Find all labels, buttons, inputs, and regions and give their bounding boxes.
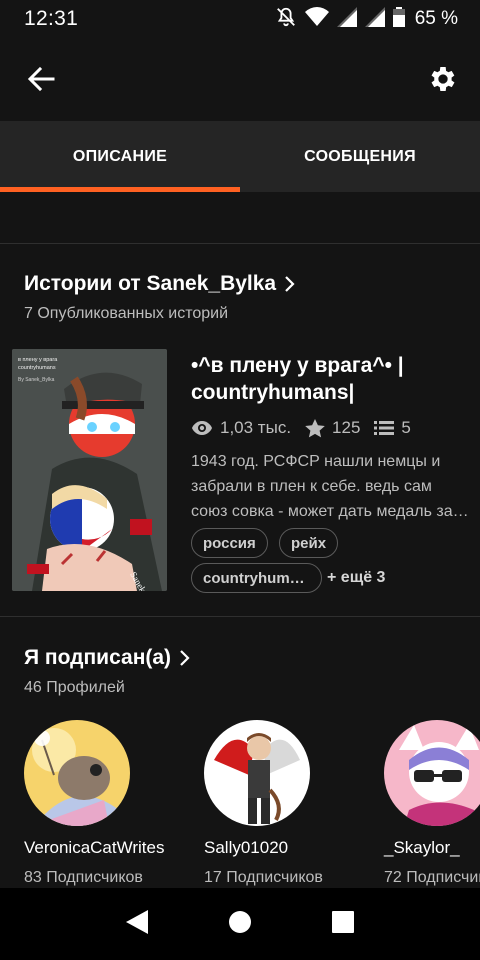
profile-followers: 72 Подписчиков bbox=[384, 869, 480, 886]
signal-icon bbox=[336, 6, 357, 32]
signal-icon bbox=[364, 6, 385, 32]
avatar-image bbox=[24, 720, 130, 826]
profile-card[interactable]: _Skaylor_ 72 Подписчиков bbox=[384, 720, 480, 887]
following-header[interactable]: Я подписан(а) bbox=[24, 646, 191, 670]
profile-card[interactable]: VeronicaCatWrites 83 Подписчиков bbox=[24, 720, 204, 887]
settings-button[interactable] bbox=[424, 60, 462, 98]
arrow-left-icon bbox=[27, 66, 55, 92]
gear-icon bbox=[431, 67, 455, 91]
story-description: 1943 год. РСФСР нашли немцы и забрали в … bbox=[191, 453, 453, 520]
avatar-image bbox=[204, 720, 310, 826]
reads-count: 1,03 тыс. bbox=[220, 418, 292, 437]
stories-header[interactable]: Истории от Sanek_Bylka bbox=[24, 272, 296, 296]
cover-caption-line: в плену у врага bbox=[18, 357, 58, 363]
tag-chip[interactable]: россия bbox=[191, 528, 268, 558]
top-bar bbox=[0, 38, 480, 120]
following-subtitle: 46 Профилей bbox=[24, 679, 125, 696]
stories-title: Истории от Sanek_Bylka bbox=[24, 272, 277, 295]
chevron-right-icon bbox=[285, 276, 295, 292]
avatar-image bbox=[384, 720, 480, 826]
avatar[interactable] bbox=[204, 720, 310, 826]
divider bbox=[0, 243, 480, 244]
back-button[interactable] bbox=[22, 62, 60, 96]
screen: 12:31 65 % ОПИСАНИЕ СООБЩЕНИЯ Истории от… bbox=[0, 0, 480, 960]
cover-caption-line: countryhumans bbox=[18, 365, 56, 371]
tab-description[interactable]: ОПИСАНИЕ bbox=[0, 121, 240, 192]
wifi-icon bbox=[304, 6, 329, 32]
profile-name: VeronicaCatWrites bbox=[24, 838, 165, 857]
star-icon bbox=[305, 418, 325, 437]
votes-count: 125 bbox=[332, 418, 361, 437]
following-title: Я подписан(а) bbox=[24, 646, 172, 669]
profile-name: Sally01020 bbox=[204, 838, 289, 857]
status-icons: 65 % bbox=[275, 6, 458, 33]
eye-icon bbox=[192, 421, 212, 435]
avatar[interactable] bbox=[24, 720, 130, 826]
status-bar: 12:31 65 % bbox=[0, 0, 480, 38]
reads-stat: 1,03 тыс. bbox=[191, 418, 291, 438]
story-cover[interactable]: в плену у врага countryhumans By Sanek_B… bbox=[12, 349, 167, 591]
battery-icon bbox=[392, 6, 405, 32]
tab-messages[interactable]: СООБЩЕНИЯ bbox=[240, 121, 480, 192]
story-title[interactable]: •^в плену у врага^• | countryhumans| bbox=[191, 352, 461, 406]
tag-chip[interactable]: рейх bbox=[279, 528, 339, 558]
tag-label: countryhumans bbox=[203, 569, 310, 587]
parts-stat: 5 bbox=[374, 418, 411, 438]
mute-icon bbox=[275, 6, 297, 33]
story-cover-art: в плену у врага countryhumans By Sanek_B… bbox=[12, 349, 167, 591]
system-nav-bar bbox=[0, 888, 480, 960]
battery-percent: 65 % bbox=[414, 8, 458, 29]
cover-author: By Sanek_Bylka bbox=[18, 377, 55, 383]
profile-name: _Skaylor_ bbox=[384, 838, 460, 857]
profile-tabs: ОПИСАНИЕ СООБЩЕНИЯ bbox=[0, 121, 480, 192]
status-time: 12:31 bbox=[24, 7, 79, 30]
back-triangle-icon[interactable] bbox=[126, 909, 149, 939]
recents-square-icon[interactable] bbox=[331, 910, 354, 938]
parts-count: 5 bbox=[401, 418, 411, 437]
chevron-right-icon bbox=[180, 650, 190, 666]
votes-stat: 125 bbox=[305, 418, 360, 438]
list-icon bbox=[374, 421, 395, 435]
avatar[interactable] bbox=[384, 720, 480, 826]
home-circle-icon[interactable] bbox=[228, 910, 251, 938]
divider bbox=[0, 616, 480, 617]
more-tags-link[interactable]: + ещё 3 bbox=[327, 569, 385, 587]
story-stats: 1,03 тыс. 125 5 bbox=[191, 418, 425, 438]
profile-card[interactable]: Sally01020 17 Подписчиков bbox=[204, 720, 384, 887]
tag-chip[interactable]: countryhumans bbox=[191, 563, 322, 593]
stories-subtitle: 7 Опубликованных историй bbox=[24, 305, 229, 322]
profile-followers: 17 Подписчиков bbox=[204, 869, 323, 886]
profile-followers: 83 Подписчиков bbox=[24, 869, 143, 886]
